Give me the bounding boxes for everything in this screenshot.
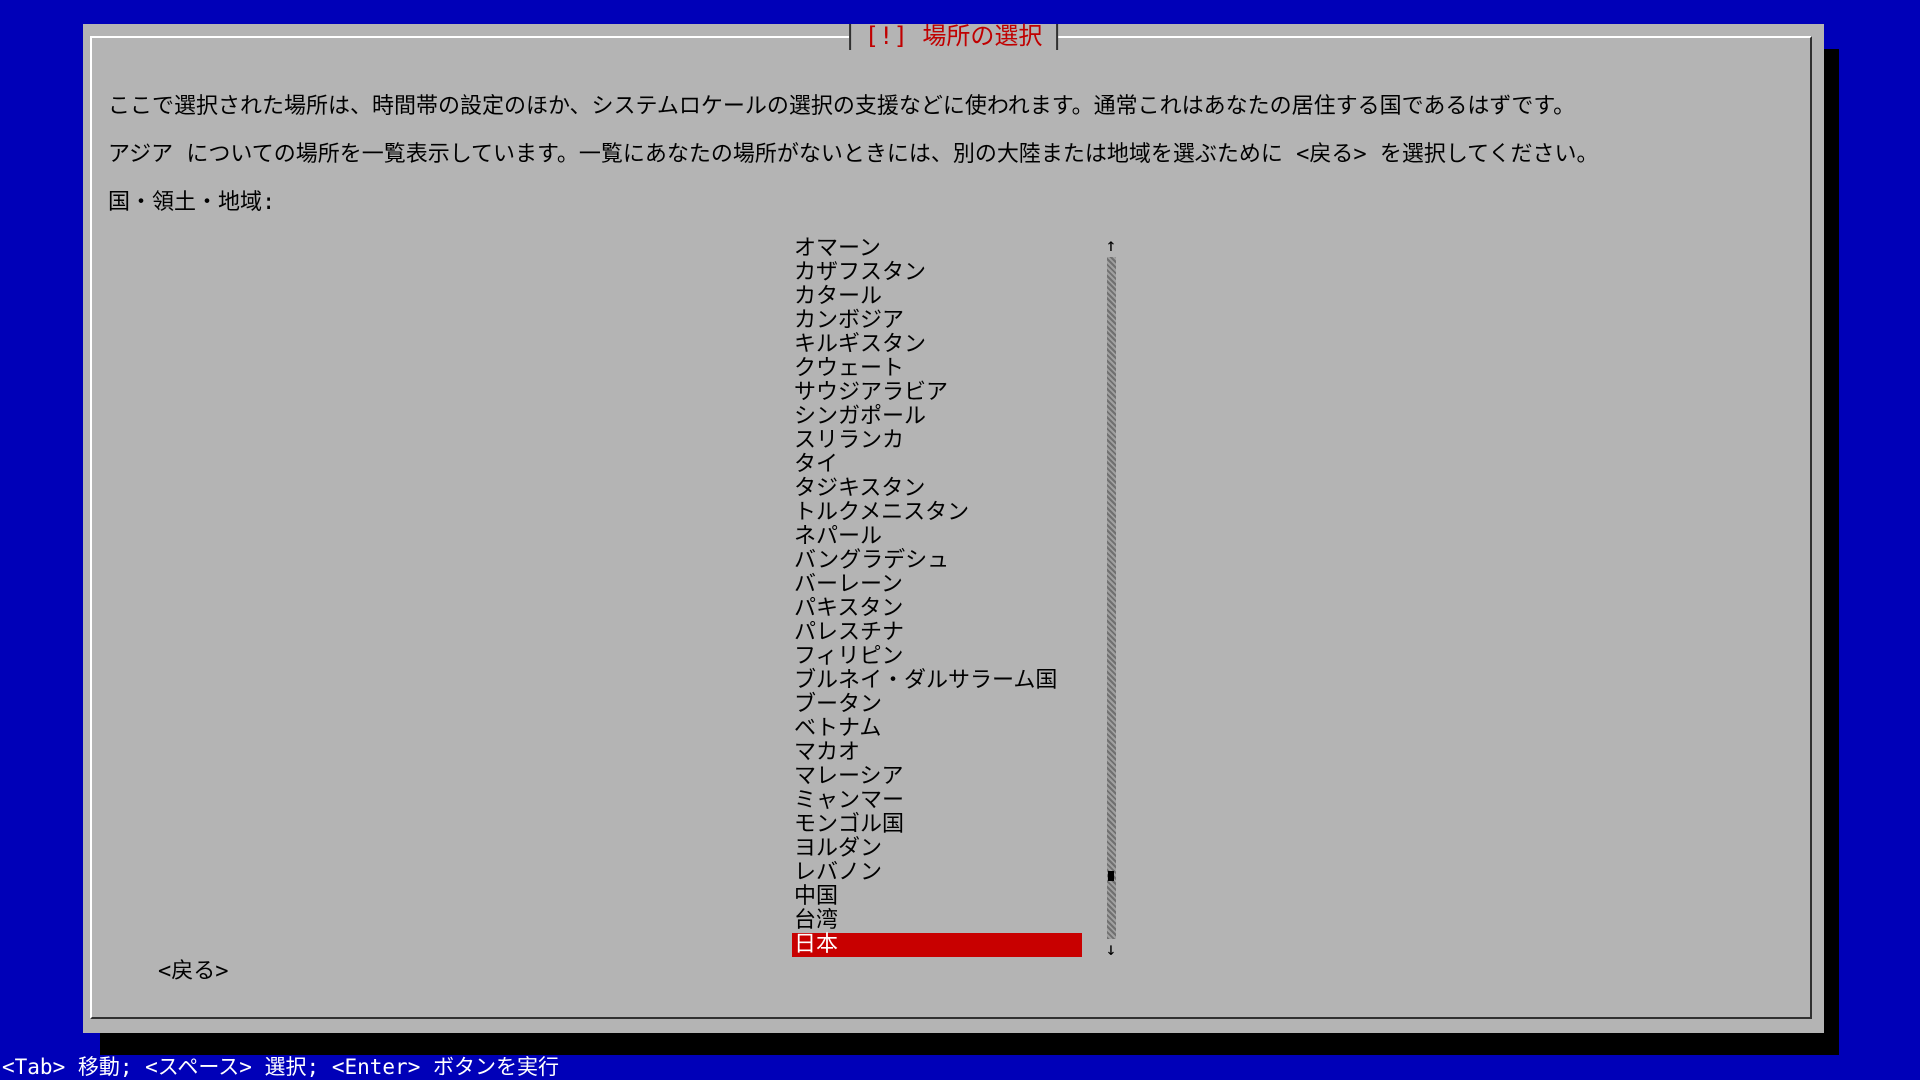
country-list-item[interactable]: マカオ [792, 741, 1082, 765]
keyboard-help-bar: <Tab> 移動; <スペース> 選択; <Enter> ボタンを実行 [2, 1055, 559, 1079]
country-list-item[interactable]: 日本 [792, 933, 1082, 957]
country-list-item[interactable]: カザフスタン [792, 261, 1082, 285]
country-list-item[interactable]: キルギスタン [792, 333, 1082, 357]
country-list-item[interactable]: ベトナム [792, 717, 1082, 741]
country-list-item[interactable]: フィリピン [792, 645, 1082, 669]
country-field-label: 国・領土・地域: [108, 190, 276, 215]
scroll-down-arrow-icon[interactable]: ↓ [1104, 939, 1118, 961]
scroll-up-arrow-icon[interactable]: ↑ [1104, 235, 1118, 257]
country-list-item[interactable]: カタール [792, 285, 1082, 309]
country-list-item[interactable]: マレーシア [792, 765, 1082, 789]
country-list-item[interactable]: ブルネイ・ダルサラーム国 [792, 669, 1082, 693]
country-list-item[interactable]: パレスチナ [792, 621, 1082, 645]
location-dialog: [!] 場所の選択 ここで選択された場所は、時間帯の設定のほか、システムロケール… [83, 24, 1824, 1033]
list-scrollbar[interactable]: ↑ ↓ [1104, 235, 1118, 961]
country-list-item[interactable]: サウジアラビア [792, 381, 1082, 405]
country-list-item[interactable]: 台湾 [792, 909, 1082, 933]
country-list-item[interactable]: パキスタン [792, 597, 1082, 621]
country-list-item[interactable]: レバノン [792, 861, 1082, 885]
country-list-item[interactable]: クウェート [792, 357, 1082, 381]
installer-screen: [!] 場所の選択 ここで選択された場所は、時間帯の設定のほか、システムロケール… [0, 0, 1920, 1080]
country-list-item[interactable]: ヨルダン [792, 837, 1082, 861]
country-list-item[interactable]: バングラデシュ [792, 549, 1082, 573]
country-list-item[interactable]: バーレーン [792, 573, 1082, 597]
scroll-track[interactable] [1107, 257, 1116, 939]
dialog-title: [!] 場所の選択 [848, 24, 1059, 50]
country-list-item[interactable]: カンボジア [792, 309, 1082, 333]
country-list[interactable]: オマーン カザフスタン カタール カンボジア キルギスタン クウェート サウジアラビア シンガ… [792, 237, 1082, 957]
country-list-item[interactable]: ブータン [792, 693, 1082, 717]
country-list-item[interactable]: モンゴル国 [792, 813, 1082, 837]
back-button[interactable]: <戻る> [158, 959, 229, 985]
country-list-item[interactable]: ネパール [792, 525, 1082, 549]
description-line-2: アジア についての場所を一覧表示しています。一覧にあなたの場所がないときには、別… [108, 142, 1599, 167]
country-list-item[interactable]: 中国 [792, 885, 1082, 909]
country-list-item[interactable]: ミャンマー [792, 789, 1082, 813]
country-listbox[interactable]: オマーン カザフスタン カタール カンボジア キルギスタン クウェート サウジアラビア シンガ… [792, 237, 1098, 959]
country-list-item[interactable]: タジキスタン [792, 477, 1082, 501]
description-line-1: ここで選択された場所は、時間帯の設定のほか、システムロケールの選択の支援などに使… [108, 94, 1576, 119]
country-list-item[interactable]: オマーン [792, 237, 1082, 261]
country-list-item[interactable]: スリランカ [792, 429, 1082, 453]
country-list-item[interactable]: シンガポール [792, 405, 1082, 429]
country-list-item[interactable]: トルクメニスタン [792, 501, 1082, 525]
scroll-thumb[interactable] [1108, 871, 1114, 881]
country-list-item[interactable]: タイ [792, 453, 1082, 477]
